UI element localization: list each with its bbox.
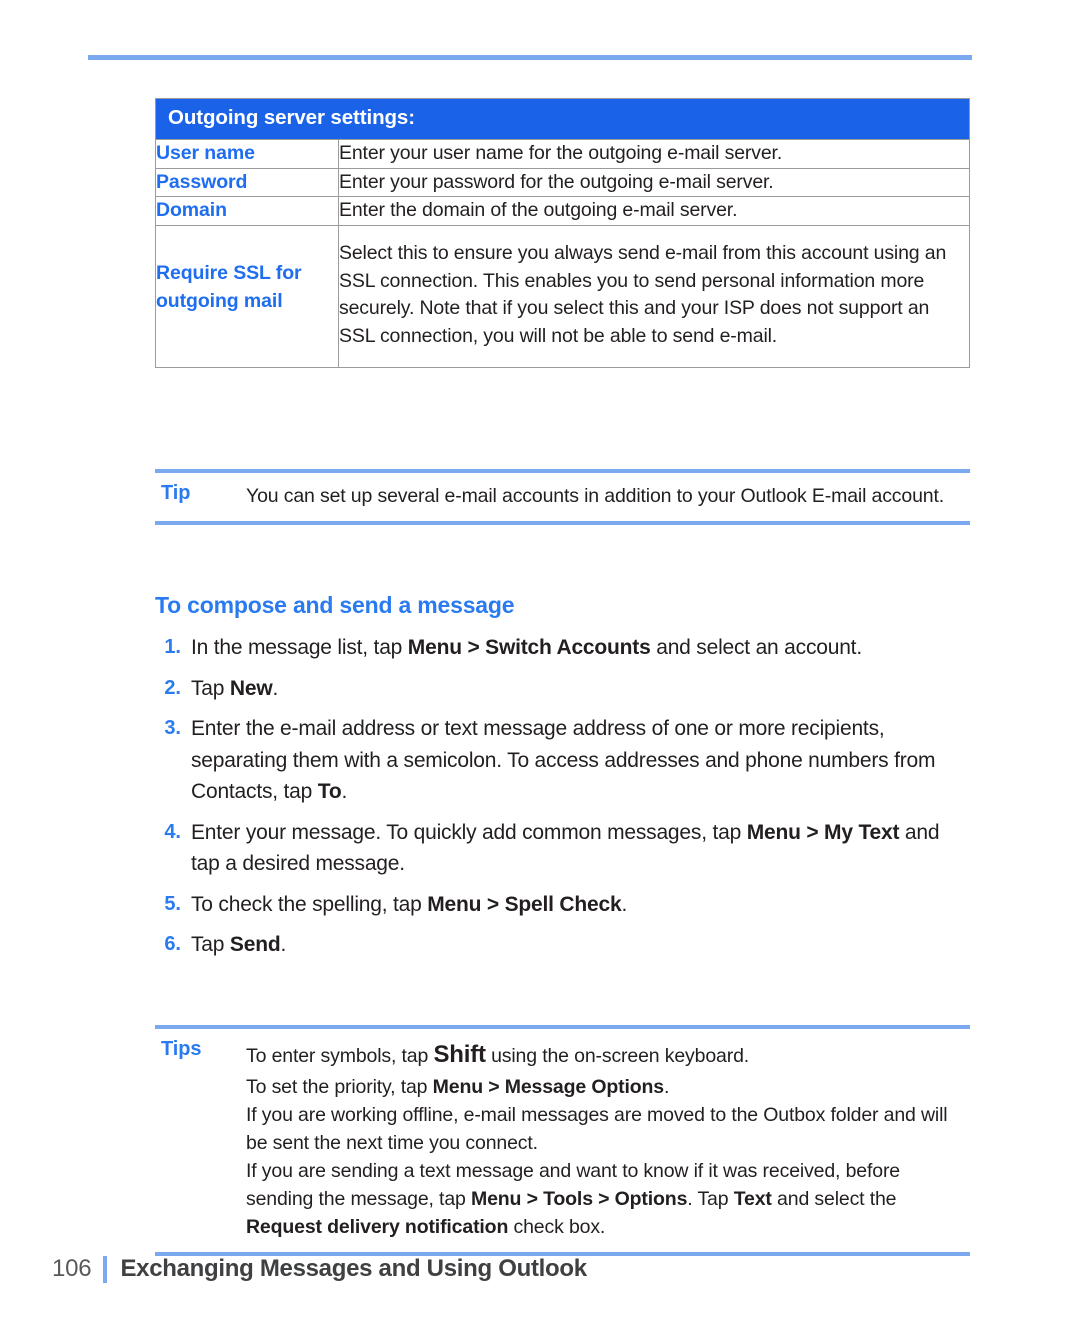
emphasis-run: Menu > Tools > Options (471, 1187, 688, 1210)
text-run: . (663, 1075, 670, 1098)
step-number: 5. (164, 892, 181, 915)
footer-chapter-title: Exchanging Messages and Using Outlook (120, 1255, 587, 1282)
step-number: 2. (164, 676, 181, 699)
tips-body: To enter symbols, tap Shift using the on… (246, 1038, 970, 1241)
table-header-cell: Outgoing server settings: (155, 98, 970, 140)
setting-description: Enter the domain of the outgoing e-mail … (338, 196, 970, 227)
tip-body: You can set up several e-mail accounts i… (246, 482, 970, 510)
procedure-step: 1. In the message list, tap Menu > Switch… (155, 632, 970, 664)
text-run: . Tap (687, 1187, 734, 1210)
text-run: Enter the e-mail address or text message… (191, 717, 936, 803)
step-number: 6. (164, 933, 181, 955)
page-top-rule (88, 55, 972, 60)
text-run: To check the spelling, tap (191, 892, 428, 916)
step-text: To check the spelling, tap Menu > Spell … (191, 889, 970, 921)
emphasis-run: To (317, 780, 342, 803)
tips-line: If you are working offline, e-mail messa… (246, 1101, 970, 1157)
footer-page-number: 106 (52, 1255, 92, 1282)
text-run: If you are working offline, e-mail messa… (246, 1103, 948, 1154)
step-number: 4. (164, 820, 181, 843)
tips-label: Tips (161, 1038, 202, 1060)
procedure-step-list: 1. In the message list, tap Menu > Switch… (155, 632, 970, 970)
emphasis-run: New (229, 676, 273, 700)
emphasis-run: Request delivery notification (246, 1215, 509, 1238)
text-run: . (280, 933, 287, 956)
step-text: In the message list, tap Menu > Switch A… (191, 632, 970, 664)
text-run: and select an account. (650, 636, 862, 659)
setting-label: Domain (155, 196, 339, 227)
emphasis-run: Send (229, 933, 281, 956)
table-row: Domain Enter the domain of the outgoing … (155, 196, 970, 227)
text-run: Tap (191, 933, 230, 956)
emphasis-run: Menu > Spell Check (427, 892, 622, 916)
step-number: 3. (164, 717, 181, 739)
table-header-label: Outgoing server settings: (168, 106, 415, 129)
procedure-step: 3. Enter the e-mail address or text messa… (155, 713, 970, 808)
text-run: using the on-screen keyboard. (485, 1045, 750, 1067)
procedure-step: 6. Tap Send. (155, 929, 970, 961)
text-run: To set the priority, tap (246, 1075, 433, 1098)
text-run: . (341, 780, 348, 803)
step-number: 1. (164, 636, 181, 658)
footer-separator-bar (103, 1255, 108, 1283)
text-run: In the message list, tap (191, 636, 408, 659)
tips-line: To set the priority, tap Menu > Message … (246, 1073, 970, 1101)
outgoing-server-settings-table: Outgoing server settings: User name Ente… (155, 98, 970, 368)
step-text: Enter the e-mail address or text message… (191, 713, 970, 808)
text-run: To enter symbols, tap (246, 1045, 434, 1067)
tip-text: You can set up several e-mail accounts i… (246, 485, 945, 507)
page-footer: 106 Exchanging Messages and Using Outloo… (52, 1255, 587, 1283)
text-run: . (272, 676, 279, 700)
step-text: Tap New. (191, 673, 970, 705)
tips-callout: Tips To enter symbols, tap Shift using t… (155, 1025, 970, 1257)
tip-callout: Tip You can set up several e-mail accoun… (155, 469, 970, 526)
section-heading: To compose and send a message (155, 592, 515, 618)
table-row: Require SSL for outgoing mail Select thi… (155, 225, 970, 368)
emphasis-run: Text (733, 1187, 772, 1210)
setting-description: Select this to ensure you always send e-… (338, 225, 970, 368)
step-text: Enter your message. To quickly add commo… (191, 817, 970, 880)
text-run: check box. (508, 1215, 606, 1238)
tip-label: Tip (161, 482, 191, 504)
tips-line: If you are sending a text message and wa… (246, 1157, 970, 1241)
setting-description: Enter your user name for the outgoing e-… (338, 139, 970, 169)
procedure-step: 2. Tap New. (155, 673, 970, 705)
setting-label: Password (155, 167, 339, 198)
setting-label: Require SSL for outgoing mail (155, 225, 339, 368)
table-row: Password Enter your password for the out… (155, 167, 970, 198)
emphasis-run: Menu > Switch Accounts (407, 636, 651, 659)
text-run: . (621, 892, 628, 916)
table-header-row: Outgoing server settings: (155, 98, 970, 140)
step-text: Tap Send. (191, 929, 970, 961)
procedure-step: 5. To check the spelling, tap Menu > Spel… (155, 889, 970, 921)
text-run: Enter your message. To quickly add commo… (191, 820, 747, 844)
keycap-run: Shift (433, 1041, 486, 1068)
procedure-step: 4. Enter your message. To quickly add com… (155, 817, 970, 880)
setting-label: User name (155, 139, 339, 169)
emphasis-run: Menu > My Text (746, 820, 900, 844)
text-run: and select the (771, 1187, 897, 1210)
tips-line: To enter symbols, tap Shift using the on… (246, 1038, 970, 1073)
text-run: Tap (191, 676, 230, 700)
table-row: User name Enter your user name for the o… (155, 139, 970, 169)
setting-description: Enter your password for the outgoing e-m… (338, 167, 970, 198)
emphasis-run: Menu > Message Options (432, 1075, 664, 1098)
